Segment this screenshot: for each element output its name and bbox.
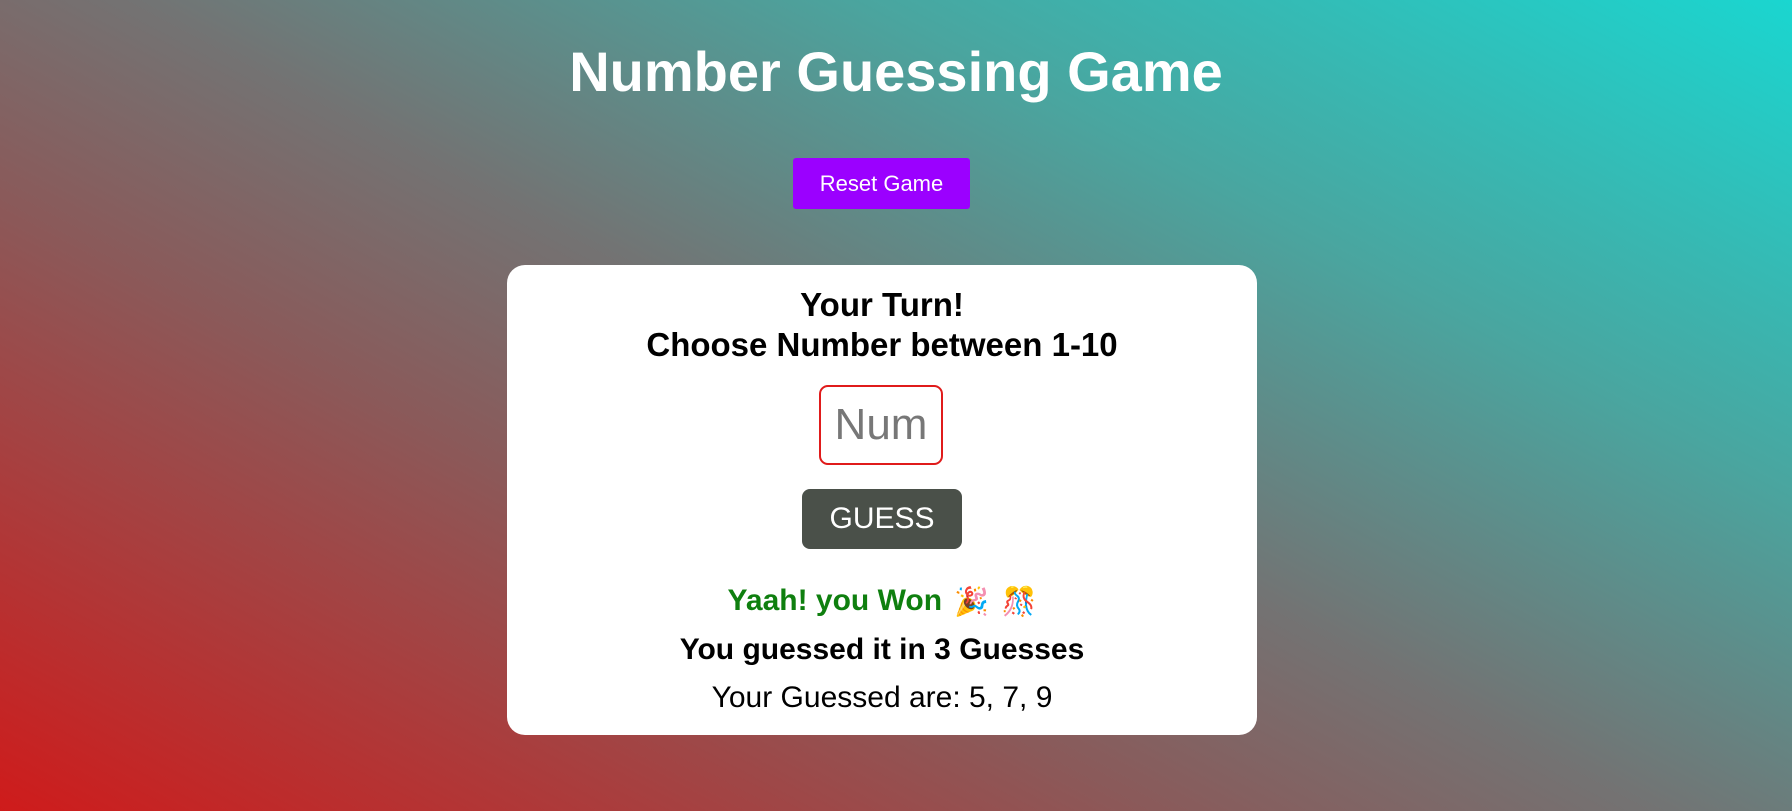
guess-count-summary: You guessed it in 3 Guesses	[679, 633, 1085, 666]
page-title: Number Guessing Game	[569, 40, 1223, 103]
confetti-ball-icon: 🎊	[1001, 586, 1037, 618]
guess-button[interactable]: GUESS	[802, 489, 962, 549]
turn-heading: Your Turn!	[800, 286, 964, 323]
result-message-row: Yaah! you Won 🎉 🎊	[507, 581, 1257, 622]
number-input[interactable]	[819, 385, 943, 465]
reset-game-button[interactable]: Reset Game	[793, 158, 970, 209]
party-popper-icon: 🎉	[954, 586, 990, 618]
guessed-numbers-list: Your Guessed are: 5, 7, 9	[711, 681, 1053, 714]
instruction-text: Choose Number between 1-10	[646, 326, 1118, 363]
result-message: Yaah! you Won	[727, 584, 943, 617]
game-card: Your Turn! Choose Number between 1-10 GU…	[507, 265, 1257, 735]
